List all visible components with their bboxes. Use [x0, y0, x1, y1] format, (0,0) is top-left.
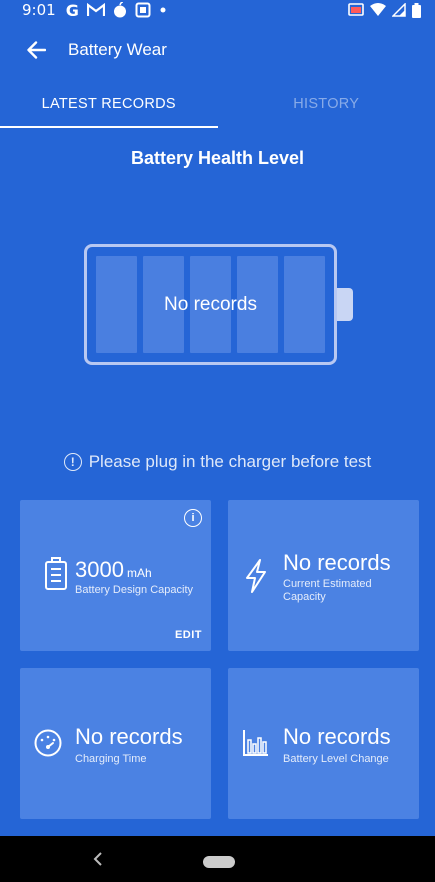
exclamation-circle-icon: ! — [63, 453, 82, 471]
back-button[interactable] — [14, 28, 58, 72]
status-bar: 9:01 G — [0, 0, 435, 20]
lightning-icon — [246, 559, 266, 593]
bar-chart-icon — [243, 730, 268, 756]
cast-icon — [348, 3, 364, 16]
charging-time-label: Charging Time — [75, 753, 147, 765]
design-capacity-card[interactable]: i 3000 mAh Battery Design Capacity EDIT — [20, 500, 211, 651]
level-change-card[interactable]: No records Battery Level Change — [228, 668, 419, 819]
tab-bar: LATEST RECORDS HISTORY — [0, 80, 435, 128]
nav-home-pill[interactable] — [203, 856, 235, 868]
level-change-label: Battery Level Change — [283, 753, 389, 765]
arrow-back-icon — [27, 41, 46, 59]
wifi-icon — [370, 3, 386, 16]
google-icon: G — [65, 0, 79, 20]
apple-icon — [113, 2, 126, 18]
battery-status-text: No records — [164, 293, 257, 315]
battery-terminal — [337, 288, 353, 321]
nav-back-button[interactable] — [88, 849, 108, 869]
speedometer-icon — [34, 729, 62, 757]
section-title: Battery Health Level — [130, 148, 305, 168]
estimated-capacity-label-line1: Current Estimated — [283, 578, 372, 590]
dot-icon — [160, 7, 166, 13]
charging-time-value: No records — [75, 724, 183, 749]
gmail-icon — [86, 3, 105, 16]
estimated-capacity-value: No records — [283, 550, 391, 575]
status-notification-icons: G — [66, 1, 167, 20]
news-icon — [135, 2, 151, 18]
chevron-left-icon — [93, 852, 102, 866]
signal-icon — [392, 3, 406, 17]
estimated-capacity-label-line2: Capacity — [283, 591, 326, 603]
info-icon[interactable]: i — [184, 509, 202, 527]
status-system-icons — [348, 2, 421, 18]
battery-icon — [412, 2, 421, 18]
charger-notice-text: Please plug in the charger before test — [88, 452, 372, 471]
design-capacity-number: 3000 — [75, 557, 124, 582]
estimated-capacity-card[interactable]: No records Current Estimated Capacity — [228, 500, 419, 651]
page-title: Battery Wear — [68, 40, 167, 59]
app-bar: Battery Wear — [0, 28, 435, 72]
tab-latest-records[interactable]: LATEST RECORDS — [0, 80, 218, 128]
tab-history[interactable]: HISTORY — [218, 80, 435, 128]
design-capacity-value: 3000 mAh — [75, 557, 152, 583]
design-capacity-label: Battery Design Capacity — [75, 584, 193, 596]
battery-list-icon — [45, 557, 67, 590]
edit-button[interactable]: EDIT — [175, 629, 202, 641]
battery-health-graphic: No records — [84, 244, 356, 368]
charger-notice: ! Please plug in the charger before test — [0, 450, 435, 474]
system-nav-bar — [0, 836, 435, 882]
status-time: 9:01 — [22, 1, 56, 19]
level-change-value: No records — [283, 724, 391, 749]
charging-time-card[interactable]: No records Charging Time — [20, 668, 211, 819]
design-capacity-unit: mAh — [126, 566, 152, 580]
